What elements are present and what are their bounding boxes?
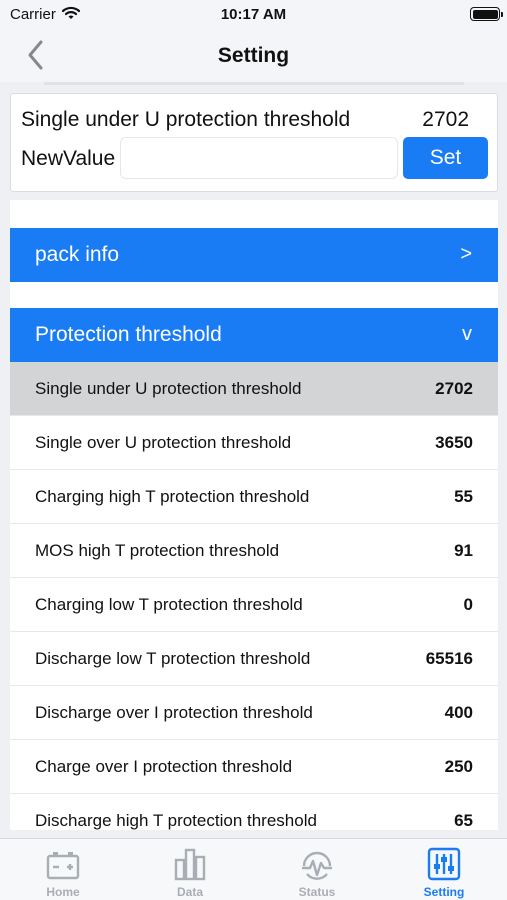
row-value: 2702 [435,379,473,398]
table-row[interactable]: Single under U protection threshold 2702 [10,362,498,416]
edit-card: Single under U protection threshold 2702… [10,93,498,192]
chevron-right-icon: > [460,243,472,265]
battery-icon [470,7,503,21]
row-name: Single under U protection threshold [35,379,302,398]
selected-param-value: 2702 [422,108,469,131]
row-name: Charging high T protection threshold [35,487,310,506]
table-row[interactable]: Single over U protection threshold 3650 [10,416,498,470]
row-name: Discharge low T protection threshold [35,649,311,668]
battery-icon [46,852,80,880]
tab-setting[interactable]: Setting [381,839,507,900]
tab-setting-label: Setting [423,885,465,899]
row-name: Discharge high T protection threshold [35,811,317,830]
row-value: 3650 [435,433,473,452]
selected-param-name: Single under U protection threshold [21,108,351,131]
pack-info-header[interactable]: pack info > [10,228,498,282]
tab-bar: Home Data Status Setting [0,838,507,900]
page-title: Setting [217,44,290,67]
row-name: Discharge over I protection threshold [35,703,313,722]
table-row[interactable]: Discharge low T protection threshold 655… [10,632,498,686]
table-row[interactable]: MOS high T protection threshold 91 [10,524,498,578]
table-row[interactable]: Discharge over I protection threshold 40… [10,686,498,740]
tab-status[interactable]: Status [254,839,380,900]
table-row[interactable]: Charge over I protection threshold 250 [10,740,498,794]
pack-info-label: pack info [35,243,120,266]
table-row[interactable]: Discharge high T protection threshold 65 [10,794,498,830]
settings-list: pack info > Protection threshold v Singl… [10,200,498,830]
row-name: Charge over I protection threshold [35,757,293,776]
tab-home[interactable]: Home [0,839,126,900]
status-bar: Carrier 10:17 AM [0,0,507,30]
row-value: 250 [444,757,473,776]
row-value: 65516 [425,649,473,668]
new-value-input[interactable] [120,137,398,179]
new-value-label: NewValue [21,147,116,170]
protection-threshold-header[interactable]: Protection threshold v [10,308,498,362]
set-button[interactable]: Set [403,137,488,179]
nav-divider [44,82,464,85]
protection-threshold-label: Protection threshold [35,323,222,346]
table-row[interactable]: Charging low T protection threshold 0 [10,578,498,632]
bar-chart-icon [174,848,206,881]
row-name: Single over U protection threshold [35,433,292,452]
row-value: 91 [454,541,473,560]
status-time: 10:17 AM [220,6,287,23]
tab-status-label: Status [298,885,336,899]
pulse-gauge-icon [302,851,332,880]
nav-bar: Setting [0,30,507,82]
chevron-down-icon: v [462,323,472,345]
table-row[interactable]: Charging high T protection threshold 55 [10,470,498,524]
threshold-rows: Single under U protection threshold 2702… [10,362,498,830]
row-value: 400 [444,703,473,722]
tab-home-label: Home [46,885,80,899]
row-value: 0 [463,595,473,614]
sliders-icon [427,847,461,881]
tab-data[interactable]: Data [127,839,253,900]
row-name: MOS high T protection threshold [35,541,280,560]
row-value: 55 [454,487,473,506]
row-name: Charging low T protection threshold [35,595,303,614]
tab-data-label: Data [176,885,203,899]
row-value: 65 [454,811,473,830]
